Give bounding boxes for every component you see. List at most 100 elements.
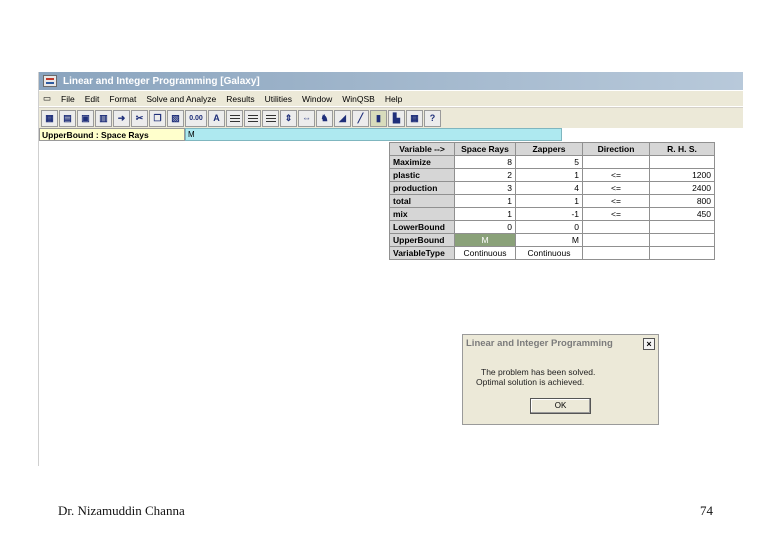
cell-value-input[interactable]: M bbox=[185, 128, 562, 141]
align-right-button[interactable] bbox=[262, 109, 279, 127]
lindo-button[interactable]: ▮ bbox=[370, 109, 387, 127]
toolbar: ▦ ▤ ▣ ▥ ➜ ✂ ❐ ▧ 0.00 A ⇕ ⇔ ♞ ◢ ╱ ▮ ▙ ▦ ? bbox=[39, 107, 743, 128]
cut-icon[interactable]: ✂ bbox=[131, 109, 148, 127]
grid-cell[interactable]: 1 bbox=[454, 194, 516, 208]
grid-cell[interactable]: <= bbox=[582, 181, 650, 195]
row-label: total bbox=[389, 194, 455, 208]
model-grid: Variable --> Space Rays Zappers Directio… bbox=[389, 142, 715, 260]
menu-winqsb[interactable]: WinQSB bbox=[342, 94, 375, 104]
menu-window[interactable]: Window bbox=[302, 94, 332, 104]
grid-cell[interactable] bbox=[582, 220, 650, 234]
table-row: LowerBound 0 0 bbox=[389, 220, 715, 234]
grid-header-row: Variable --> Space Rays Zappers Directio… bbox=[389, 142, 715, 156]
grid-cell[interactable]: 0 bbox=[454, 220, 516, 234]
grid-cell[interactable]: <= bbox=[582, 168, 650, 182]
menu-format[interactable]: Format bbox=[109, 94, 136, 104]
grid-cell[interactable]: 0 bbox=[515, 220, 583, 234]
table-row: VariableType Continuous Continuous bbox=[389, 246, 715, 260]
grid-header: Space Rays bbox=[454, 142, 516, 156]
graph-button[interactable]: ◢ bbox=[334, 109, 351, 127]
solve-button[interactable]: ♞ bbox=[316, 109, 333, 127]
solved-dialog: Linear and Integer Programming × The pro… bbox=[462, 334, 659, 425]
menu-help[interactable]: Help bbox=[385, 94, 402, 104]
menu-icon[interactable]: ▭ bbox=[43, 93, 51, 104]
dialog-message-line1: The problem has been solved. bbox=[481, 367, 596, 377]
grid-cell[interactable] bbox=[649, 155, 715, 169]
align-left-button[interactable] bbox=[226, 109, 243, 127]
column-width-button[interactable]: ⇕ bbox=[280, 109, 297, 127]
save-icon[interactable]: ▣ bbox=[77, 109, 94, 127]
menu-utilities[interactable]: Utilities bbox=[265, 94, 292, 104]
chart-button[interactable]: ╱ bbox=[352, 109, 369, 127]
cell-bar: UpperBound : Space Rays M bbox=[39, 128, 743, 142]
grid-cell[interactable] bbox=[649, 233, 715, 247]
exit-icon[interactable]: ➜ bbox=[113, 109, 130, 127]
summary-button[interactable]: ▙ bbox=[388, 109, 405, 127]
grid-cell[interactable] bbox=[649, 220, 715, 234]
menu-results[interactable]: Results bbox=[226, 94, 254, 104]
screenshot-window: Linear and Integer Programming [Galaxy] … bbox=[38, 72, 743, 466]
grid-cell[interactable]: 2400 bbox=[649, 181, 715, 195]
grid-cell[interactable]: Continuous bbox=[454, 246, 516, 260]
copy-icon[interactable]: ❐ bbox=[149, 109, 166, 127]
grid-cell[interactable] bbox=[582, 155, 650, 169]
align-center-button[interactable] bbox=[244, 109, 261, 127]
app-icon bbox=[43, 75, 57, 87]
grid-cell[interactable]: 800 bbox=[649, 194, 715, 208]
close-icon[interactable]: × bbox=[643, 338, 655, 350]
row-height-button[interactable]: ⇔ bbox=[298, 109, 315, 127]
table-row: plastic 2 1 <= 1200 bbox=[389, 168, 715, 182]
font-button[interactable]: A bbox=[208, 109, 225, 127]
selected-grid-cell[interactable]: M bbox=[454, 233, 516, 247]
open-icon[interactable]: ▤ bbox=[59, 109, 76, 127]
paste-icon[interactable]: ▧ bbox=[167, 109, 184, 127]
grid-cell[interactable]: 1200 bbox=[649, 168, 715, 182]
grid-cell[interactable]: M bbox=[515, 233, 583, 247]
footer-author: Dr. Nizamuddin Channa bbox=[58, 503, 185, 518]
row-label: plastic bbox=[389, 168, 455, 182]
align-center-icon bbox=[247, 117, 258, 119]
grid-cell[interactable]: 2 bbox=[454, 168, 516, 182]
grid-cell[interactable] bbox=[582, 233, 650, 247]
grid-cell[interactable]: 450 bbox=[649, 207, 715, 221]
align-right-icon bbox=[265, 117, 276, 119]
window-title: Linear and Integer Programming [Galaxy] bbox=[63, 75, 260, 87]
row-label: LowerBound bbox=[389, 220, 455, 234]
menu-file[interactable]: File bbox=[61, 94, 75, 104]
grid-cell[interactable]: 5 bbox=[515, 155, 583, 169]
grid-cell[interactable]: 1 bbox=[515, 194, 583, 208]
menu-bar: ▭ File Edit Format Solve and Analyze Res… bbox=[39, 91, 743, 106]
grid-cell[interactable]: 1 bbox=[454, 207, 516, 221]
grid-cell[interactable] bbox=[582, 246, 650, 260]
grid-cell[interactable] bbox=[649, 246, 715, 260]
grid-cell[interactable]: 4 bbox=[515, 181, 583, 195]
grid-cell[interactable]: 8 bbox=[454, 155, 516, 169]
grid-button[interactable]: ▦ bbox=[406, 109, 423, 127]
row-label: UpperBound bbox=[389, 233, 455, 247]
title-bar: Linear and Integer Programming [Galaxy] bbox=[39, 72, 743, 90]
grid-cell[interactable]: -1 bbox=[515, 207, 583, 221]
dialog-message-line2: Optimal solution is achieved. bbox=[476, 377, 585, 387]
menu-solve-analyze[interactable]: Solve and Analyze bbox=[146, 94, 216, 104]
ok-button[interactable]: OK bbox=[530, 398, 591, 414]
menu-edit[interactable]: Edit bbox=[85, 94, 100, 104]
page-number: 74 bbox=[700, 503, 713, 518]
grid-cell[interactable]: 3 bbox=[454, 181, 516, 195]
grid-cell[interactable]: Continuous bbox=[515, 246, 583, 260]
table-row: total 1 1 <= 800 bbox=[389, 194, 715, 208]
grid-header: Zappers bbox=[515, 142, 583, 156]
grid-cell[interactable]: <= bbox=[582, 207, 650, 221]
grid-cell[interactable]: 1 bbox=[515, 168, 583, 182]
table-row: UpperBound M M bbox=[389, 233, 715, 247]
calculator-icon[interactable]: ▦ bbox=[41, 109, 58, 127]
help-button[interactable]: ? bbox=[424, 109, 441, 127]
grid-cell[interactable]: <= bbox=[582, 194, 650, 208]
grid-header: R. H. S. bbox=[649, 142, 715, 156]
row-label: Maximize bbox=[389, 155, 455, 169]
table-row: production 3 4 <= 2400 bbox=[389, 181, 715, 195]
grid-header: Direction bbox=[582, 142, 650, 156]
number-format-button[interactable]: 0.00 bbox=[185, 109, 207, 127]
row-label: VariableType bbox=[389, 246, 455, 260]
dialog-title: Linear and Integer Programming bbox=[463, 335, 658, 353]
print-icon[interactable]: ▥ bbox=[95, 109, 112, 127]
